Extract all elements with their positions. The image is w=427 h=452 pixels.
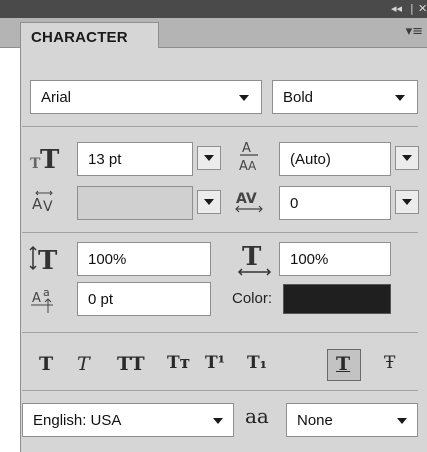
tracking-field[interactable]: 0 [279, 186, 391, 220]
close-icon[interactable]: ✕ [418, 2, 427, 15]
leading-dropdown[interactable] [395, 146, 419, 170]
horizontal-scale-value: 100% [290, 251, 329, 268]
faux-bold-button[interactable]: T [39, 353, 53, 379]
divider [22, 232, 418, 233]
svg-text:A: A [32, 291, 41, 306]
divider [22, 390, 418, 391]
tab-bar: CHARACTER ▾≡ [0, 18, 427, 49]
vertical-scale-icon: T [28, 242, 68, 276]
leading-icon: A A A [232, 136, 266, 180]
text-color-swatch[interactable] [283, 284, 391, 314]
tracking-icon: AV [232, 186, 268, 220]
horizontal-scale-field[interactable]: 100% [279, 242, 391, 276]
font-size-dropdown[interactable] [197, 146, 221, 170]
tracking-dropdown[interactable] [395, 190, 419, 214]
font-style-select[interactable]: Bold [272, 80, 418, 114]
small-caps-button[interactable]: Tт [167, 353, 190, 379]
chevron-down-icon [397, 418, 407, 424]
font-size-value: 13 pt [88, 151, 122, 168]
svg-text:A: A [248, 159, 257, 173]
faux-italic-button[interactable]: T [77, 353, 90, 379]
panel-titlebar: ◂◂ | ✕ [0, 0, 427, 18]
svg-text:AV: AV [236, 191, 257, 207]
svg-text:T: T [242, 242, 262, 272]
all-caps-button[interactable]: TT [117, 353, 145, 379]
character-panel: ◂◂ | ✕ CHARACTER ▾≡ Arial Bold T T 13 pt… [0, 0, 427, 452]
font-family-value: Arial [41, 89, 72, 106]
horizontal-scale-icon: T [236, 240, 274, 278]
chevron-down-icon [402, 199, 412, 205]
kerning-icon: A V [28, 185, 64, 221]
anti-aliasing-icon: aa [245, 404, 269, 428]
chevron-down-icon [204, 199, 214, 205]
svg-text:A: A [32, 195, 43, 213]
chevron-down-icon [402, 155, 412, 161]
double-chevron-left-icon[interactable]: ◂◂ [391, 2, 402, 15]
anti-aliasing-value: None [297, 412, 333, 429]
subscript-button[interactable]: T₁ [247, 353, 267, 379]
panel-menu-icon[interactable]: ▾≡ [406, 24, 423, 39]
svg-text:a: a [43, 286, 50, 299]
svg-text:T: T [38, 246, 58, 275]
font-size-field[interactable]: 13 pt [77, 142, 193, 176]
color-label: Color: [232, 290, 273, 307]
font-style-value: Bold [283, 89, 314, 106]
vertical-scale-field[interactable]: 100% [77, 242, 211, 276]
leading-field[interactable]: (Auto) [279, 142, 391, 176]
svg-text:V: V [43, 199, 53, 215]
svg-text:A: A [242, 141, 251, 156]
divider [22, 332, 418, 333]
baseline-shift-value: 0 pt [88, 291, 114, 308]
divider: | [410, 2, 414, 15]
chevron-down-icon [395, 95, 405, 101]
divider [22, 126, 418, 127]
chevron-down-icon [239, 95, 249, 101]
language-select[interactable]: English: USA [22, 403, 234, 437]
font-size-icon: T T [28, 140, 68, 176]
kerning-dropdown[interactable] [197, 190, 221, 214]
language-value: English: USA [33, 412, 122, 429]
strikethrough-button[interactable]: Ŧ [384, 353, 395, 379]
font-family-select[interactable]: Arial [30, 80, 262, 114]
baseline-shift-icon: A a [28, 282, 64, 316]
chevron-down-icon [204, 155, 214, 161]
underline-button[interactable]: T [327, 349, 361, 381]
svg-text:T: T [40, 145, 60, 174]
tracking-value: 0 [290, 195, 299, 212]
leading-value: (Auto) [290, 151, 331, 168]
chevron-down-icon [213, 418, 223, 424]
tab-character-label: CHARACTER [31, 29, 128, 46]
kerning-field[interactable] [77, 186, 193, 220]
tab-character[interactable]: CHARACTER [20, 22, 159, 49]
anti-aliasing-select[interactable]: None [286, 403, 418, 437]
svg-text:A: A [239, 159, 248, 174]
baseline-shift-field[interactable]: 0 pt [77, 282, 211, 316]
vertical-scale-value: 100% [88, 251, 127, 268]
superscript-button[interactable]: T¹ [205, 353, 225, 379]
